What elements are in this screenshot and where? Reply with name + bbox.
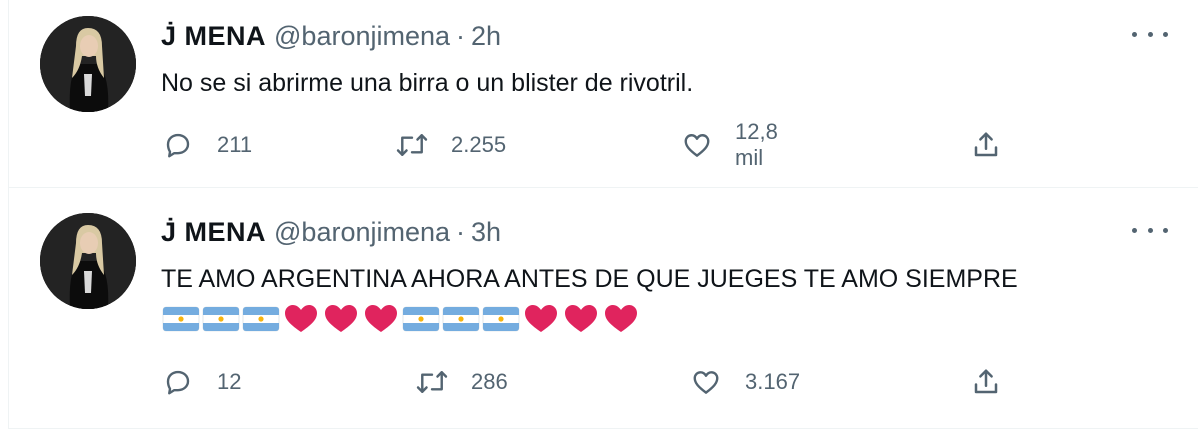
retweet-icon: [395, 128, 429, 162]
share-icon: [969, 365, 1003, 399]
separator: ·: [456, 216, 466, 247]
like-icon: [689, 365, 723, 399]
avatar[interactable]: [40, 213, 136, 309]
reply-icon: [161, 128, 195, 162]
display-name[interactable]: J̇ MENA: [161, 21, 266, 52]
argentina-flag-icon: [161, 301, 201, 335]
red-heart-icon: [321, 301, 361, 335]
like-button[interactable]: 12,8 mil: [681, 119, 780, 170]
red-heart-icon: [561, 301, 601, 335]
tweet[interactable]: J̇ MENA @baronjimena · 2h No se si abrir…: [8, 0, 1198, 188]
tweet-text: No se si abrirme una birra o un blister …: [161, 69, 694, 97]
timestamp[interactable]: 2h: [471, 21, 501, 52]
tweet-feed: J̇ MENA @baronjimena · 2h No se si abrir…: [0, 0, 1200, 429]
argentina-flag-icon: [201, 301, 241, 335]
reply-icon: [161, 365, 195, 399]
red-heart-icon: [281, 301, 321, 335]
tweet[interactable]: J̇ MENA @baronjimena · 3h TE AMO ARGENTI…: [8, 188, 1198, 429]
like-button[interactable]: 3.167: [689, 362, 800, 402]
retweet-button[interactable]: 286: [415, 362, 508, 402]
reply-button[interactable]: 211: [161, 125, 252, 165]
retweet-count: 2.255: [451, 132, 507, 157]
user-handle[interactable]: @baronjimena: [274, 217, 450, 248]
separator: ·: [456, 20, 466, 51]
retweet-icon: [415, 365, 449, 399]
tweet-header: J̇ MENA @baronjimena · 2h: [161, 20, 501, 52]
red-heart-icon: [521, 301, 561, 335]
reply-count: 12: [217, 369, 242, 394]
share-button[interactable]: [969, 362, 1003, 402]
more-icon[interactable]: [1132, 218, 1168, 242]
like-count: 3.167: [745, 369, 801, 394]
reply-button[interactable]: 12: [161, 362, 241, 402]
like-count: 12,8 mil: [735, 119, 778, 170]
retweet-count: 286: [471, 369, 508, 394]
share-icon: [969, 128, 1003, 162]
argentina-flag-icon: [481, 301, 521, 335]
emoji-row: [161, 298, 641, 338]
avatar[interactable]: [40, 16, 136, 112]
display-name[interactable]: J̇ MENA: [161, 217, 266, 248]
argentina-flag-icon: [441, 301, 481, 335]
more-icon[interactable]: [1132, 22, 1168, 46]
like-icon: [681, 128, 713, 162]
tweet-header: J̇ MENA @baronjimena · 3h: [161, 216, 501, 248]
retweet-button[interactable]: 2.255: [395, 125, 506, 165]
reply-count: 211: [217, 132, 253, 157]
tweet-text: TE AMO ARGENTINA AHORA ANTES DE QUE JUEG…: [161, 265, 1018, 293]
argentina-flag-icon: [401, 301, 441, 335]
timestamp[interactable]: 3h: [471, 217, 501, 248]
red-heart-icon: [361, 301, 401, 335]
user-handle[interactable]: @baronjimena: [274, 21, 450, 52]
red-heart-icon: [601, 301, 641, 335]
argentina-flag-icon: [241, 301, 281, 335]
share-button[interactable]: [969, 125, 1003, 165]
